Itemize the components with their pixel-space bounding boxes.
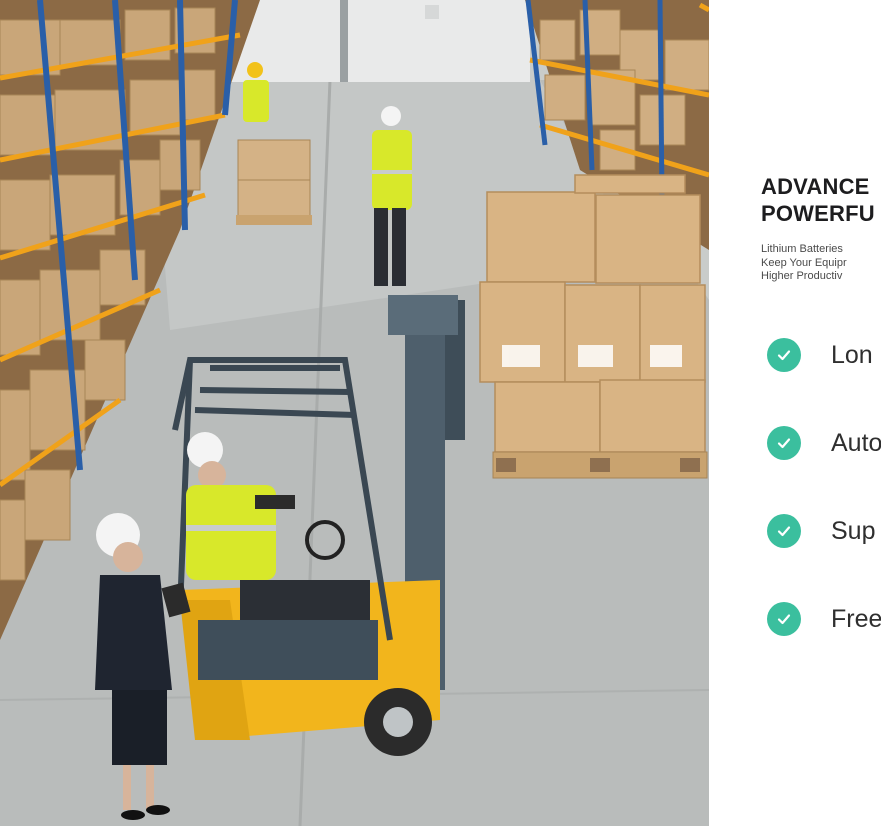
feature-label: Sup — [831, 517, 876, 545]
feature-list: Lon Auto Sup Free — [767, 338, 881, 690]
feature-item: Free — [767, 602, 881, 690]
subtext: Lithium Batteries Keep Your Equipr Highe… — [761, 243, 847, 284]
subtext-line-1: Lithium Batteries — [761, 243, 843, 255]
feature-label: Free — [831, 605, 881, 633]
feature-label: Lon — [831, 341, 873, 369]
headline-line-2: POWERFU — [761, 201, 875, 226]
warehouse-photo — [0, 0, 709, 826]
feature-item: Lon — [767, 338, 881, 426]
check-circle-icon — [767, 602, 801, 636]
check-circle-icon — [767, 514, 801, 548]
promo-card: ADVANCE POWERFU Lithium Batteries Keep Y… — [709, 103, 881, 826]
feature-label: Auto — [831, 429, 881, 457]
check-circle-icon — [767, 338, 801, 372]
feature-item: Auto — [767, 426, 881, 514]
headline: ADVANCE POWERFU — [761, 173, 875, 227]
subtext-line-2: Keep Your Equipr — [761, 256, 847, 269]
feature-item: Sup — [767, 514, 881, 602]
subtext-line-3: Higher Productiv — [761, 270, 843, 282]
check-circle-icon — [767, 426, 801, 460]
headline-line-1: ADVANCE — [761, 174, 870, 199]
